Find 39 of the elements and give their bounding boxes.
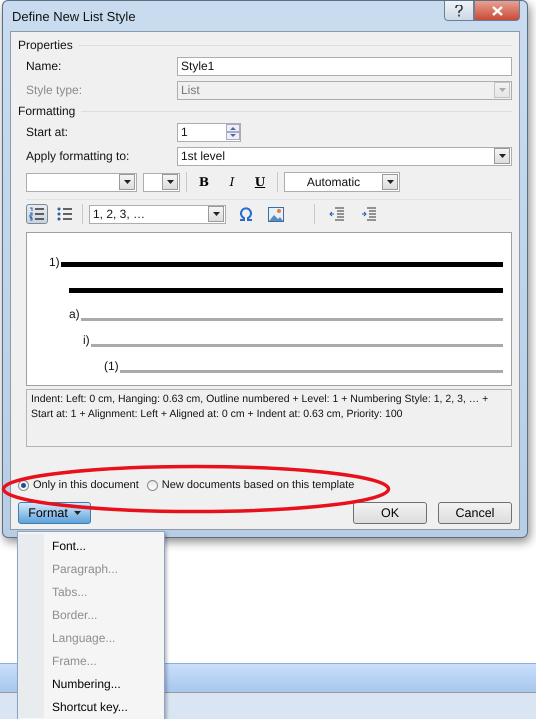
radio-button[interactable] [146, 480, 158, 490]
caret-icon [74, 511, 81, 515]
number-style-dropdown[interactable]: 1, 2, 3, … [89, 204, 226, 224]
italic-button[interactable]: I [221, 172, 243, 192]
increase-indent-icon[interactable] [361, 207, 377, 221]
list-marker: i) [83, 333, 91, 347]
bulleted-list-icon [57, 207, 73, 221]
color-dropdown[interactable]: Automatic [284, 172, 400, 192]
spin-down-icon[interactable] [226, 132, 240, 140]
scope-radio[interactable]: Only in this document [18, 479, 139, 491]
omega-icon[interactable] [238, 207, 254, 221]
list-marker: (1) [104, 359, 120, 373]
field-label: Style type: [26, 83, 84, 97]
field-label: Apply formatting to: [26, 149, 130, 163]
style-description: Indent: Left: 0 cm, Hanging: 0.63 cm, Outline numbered + Level: 1 + Numbering Style: 1, 2, 3, … + Start at: 1 + Alignment: Left + Aligned at: 0 cm + Indent at: 0.63 cm, Priority: 100 [26, 389, 512, 447]
list-marker: a) [69, 307, 81, 321]
section-heading: Properties [18, 38, 73, 52]
section-heading: Formatting [18, 104, 76, 118]
close-button[interactable] [474, 1, 520, 21]
decrease-indent-icon[interactable] [329, 207, 345, 221]
start-at-spinner[interactable]: 1 [177, 122, 241, 142]
scope-radio[interactable]: New documents based on this template [146, 479, 354, 491]
field-label: Start at: [26, 125, 70, 139]
list-marker: 1) [49, 255, 61, 269]
help-icon [455, 4, 463, 16]
name-field[interactable]: Style1 [177, 56, 512, 76]
apply-to-dropdown[interactable]: 1st level [177, 146, 512, 166]
close-icon [492, 6, 502, 16]
bold-button[interactable]: B [193, 172, 215, 192]
help-button[interactable] [444, 1, 474, 21]
underline-button[interactable]: U [249, 172, 271, 192]
picture-icon[interactable] [268, 206, 284, 222]
window-title: Define New List Style [11, 8, 136, 24]
numbering-button[interactable] [26, 204, 48, 224]
numbered-list-icon [29, 207, 45, 221]
ok-button[interactable]: OK [353, 502, 427, 524]
cancel-button[interactable]: Cancel [438, 502, 512, 524]
spin-up-icon[interactable] [226, 124, 240, 132]
field-label: Name: [26, 59, 62, 73]
